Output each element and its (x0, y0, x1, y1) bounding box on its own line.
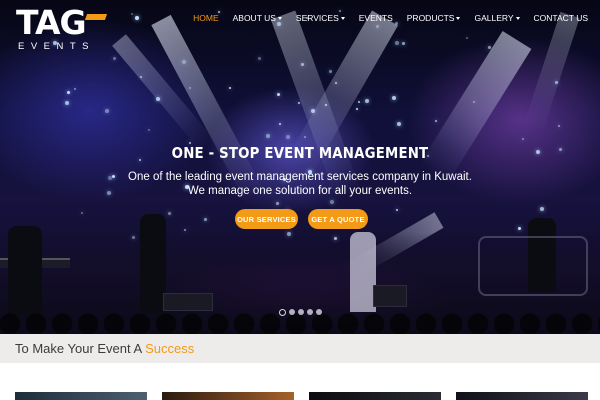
slider-dot[interactable] (288, 309, 295, 315)
nav-item-label: EVENTS (358, 13, 393, 23)
star-light (113, 57, 116, 60)
nav-item-label: SERVICES (295, 13, 339, 23)
stage-monitor (373, 285, 407, 307)
nav-item-label: HOME (193, 13, 219, 23)
event-card-image[interactable] (456, 392, 588, 400)
star-light (301, 63, 304, 66)
star-light (189, 87, 191, 89)
star-light (488, 46, 491, 49)
star-light (140, 76, 142, 78)
hero-subtitle-line: One of the leading event management serv… (128, 171, 472, 183)
star-light (518, 227, 521, 230)
star-light (397, 122, 401, 126)
star-light (558, 125, 560, 127)
star-light (396, 209, 398, 211)
star-light (277, 93, 280, 96)
logo-wordmark: TAG (16, 3, 87, 42)
logo-subtitle: EVENTS (18, 41, 96, 52)
nav-item-products[interactable]: PRODUCTS (407, 11, 461, 25)
star-light (473, 101, 475, 103)
hero-title: ONE - STOP EVENT MANAGEMENT (171, 144, 429, 162)
star-light (182, 60, 186, 64)
nav-item-label: PRODUCTS (406, 13, 455, 23)
star-light (365, 99, 369, 103)
star-light (395, 41, 399, 45)
star-light (376, 25, 379, 28)
star-light (156, 97, 160, 101)
hero-subtitle-line: We manage one solution for all your even… (187, 184, 413, 197)
star-light (67, 91, 70, 94)
section-title: To Make Your Event A Success (15, 340, 194, 357)
event-card-image[interactable] (15, 392, 147, 400)
star-light (286, 135, 290, 139)
event-card-image[interactable] (309, 392, 441, 400)
caret-down-icon (515, 16, 520, 20)
star-light (258, 57, 261, 60)
star-light (356, 108, 358, 110)
performer-silhouette (8, 226, 42, 316)
star-light (168, 212, 171, 215)
slider-pagination (0, 308, 600, 316)
star-light (325, 104, 327, 106)
star-light (392, 96, 396, 100)
star-light (81, 212, 83, 214)
star-light (298, 102, 300, 104)
star-light (540, 207, 544, 211)
star-light (266, 134, 270, 138)
nav-item-events[interactable]: EVENTS (359, 11, 393, 25)
nav-item-services[interactable]: SERVICES (296, 11, 345, 25)
star-light (184, 229, 186, 231)
star-light (402, 42, 405, 45)
star-light (131, 13, 133, 15)
slider-dot[interactable] (297, 309, 304, 315)
drum-kit (478, 236, 588, 296)
star-light (329, 70, 332, 73)
our-services-button[interactable]: OUR SERVICES (235, 209, 298, 229)
caret-down-icon (456, 16, 461, 20)
nav-item-label: ABOUT US (232, 13, 276, 23)
section-title-text: To Make Your Event A (15, 341, 146, 356)
star-light (148, 129, 150, 131)
nav-item-contact-us[interactable]: CONTACT US (534, 11, 588, 25)
tag-events-logo[interactable]: TAG EVENTS (16, 4, 116, 56)
star-light (74, 88, 76, 90)
star-light (279, 123, 281, 125)
slider-dot[interactable] (315, 309, 322, 315)
star-light (105, 109, 109, 113)
logo-accent-bar (84, 14, 108, 20)
star-light (330, 200, 334, 204)
star-light (65, 101, 69, 105)
nav-item-about-us[interactable]: ABOUT US (233, 11, 282, 25)
star-light (466, 37, 468, 39)
star-light (522, 138, 524, 140)
caret-down-icon (340, 16, 345, 20)
nav-item-label: CONTACT US (533, 13, 588, 23)
slider-dot[interactable] (306, 309, 313, 315)
star-light (559, 148, 562, 151)
section-title-highlight: Success (145, 341, 195, 356)
hero-subtitle: One of the leading event management serv… (0, 171, 600, 198)
star-light (135, 16, 139, 20)
star-light (304, 136, 306, 138)
star-light (555, 81, 558, 84)
nav-item-gallery[interactable]: GALLERY (474, 11, 520, 25)
star-light (229, 87, 231, 89)
star-light (276, 202, 279, 205)
caret-down-icon (277, 16, 282, 20)
star-light (204, 218, 207, 221)
star-light (435, 120, 437, 122)
nav-item-home[interactable]: HOME (193, 11, 219, 25)
nav-item-label: GALLERY (474, 13, 514, 23)
slider-dot[interactable] (278, 308, 286, 316)
star-light (358, 101, 360, 103)
get-a-quote-button[interactable]: GET A QUOTE (308, 209, 368, 229)
main-navigation: HOME ABOUT US SERVICES EVENTS PRODUCTS GALLER… (193, 11, 588, 25)
star-light (311, 109, 315, 113)
event-card-image[interactable] (162, 392, 294, 400)
star-light (335, 82, 337, 84)
